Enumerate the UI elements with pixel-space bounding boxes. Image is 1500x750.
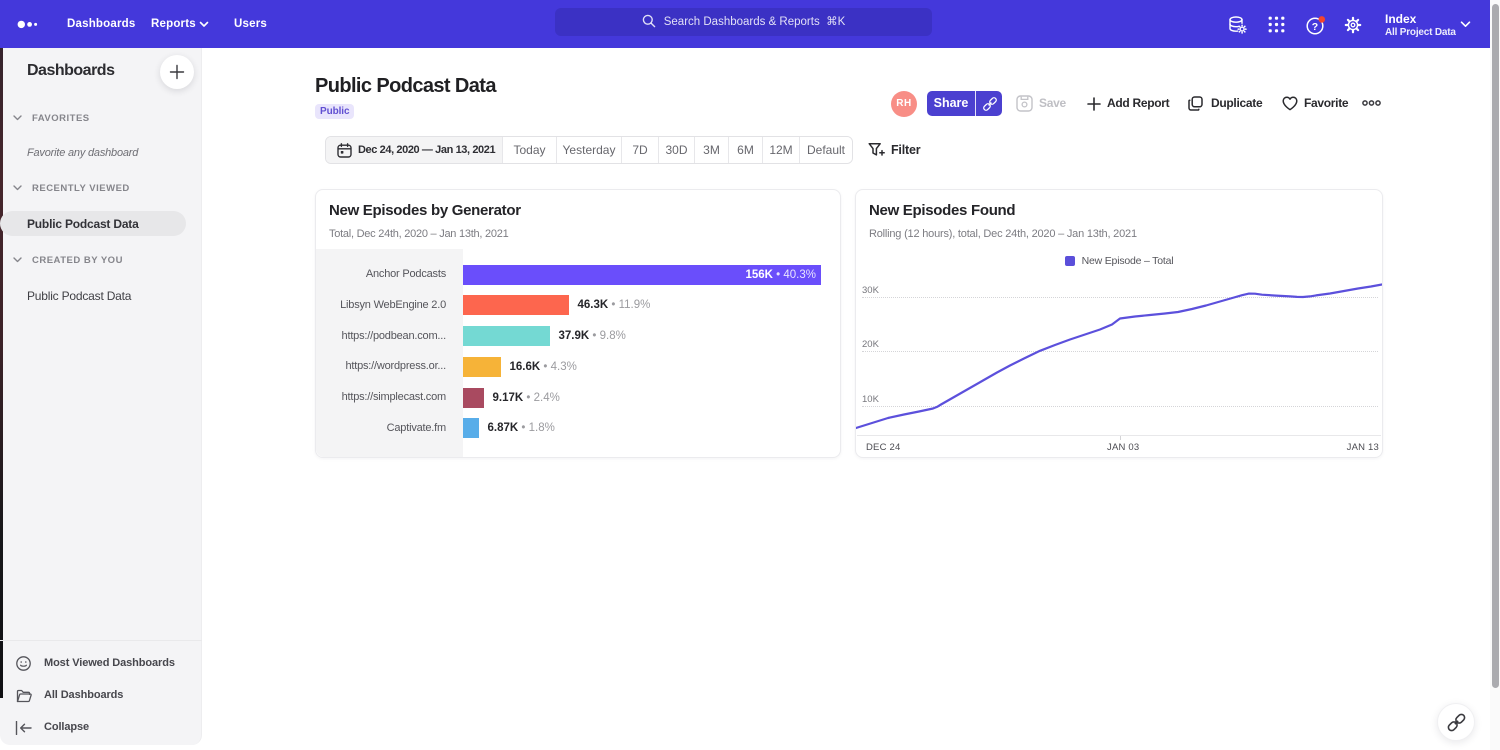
svg-text:?: ? xyxy=(1312,21,1318,33)
